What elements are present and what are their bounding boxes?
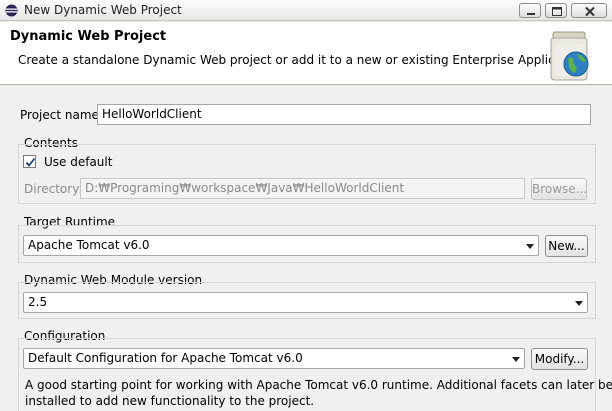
maximize-button[interactable]	[545, 3, 567, 18]
project-name-input[interactable]: HelloWorldClient	[97, 104, 591, 125]
eclipse-icon	[5, 4, 18, 17]
directory-input[interactable]: D:₩Programing₩workspace₩Java₩HelloWorldC…	[80, 178, 525, 199]
wizard-body: Project name: HelloWorldClient Contents …	[0, 86, 612, 411]
new-runtime-button[interactable]: New...	[545, 235, 588, 257]
browse-button[interactable]: Browse...	[531, 178, 587, 200]
minimize-button[interactable]	[519, 3, 541, 18]
modify-configuration-button[interactable]: Modify...	[531, 348, 588, 370]
use-default-label: Use default	[44, 155, 113, 169]
project-name-label: Project name:	[20, 108, 103, 122]
window-title: New Dynamic Web Project	[24, 3, 182, 17]
title-bar[interactable]: New Dynamic Web Project	[0, 0, 612, 21]
chevron-down-icon	[512, 357, 520, 362]
wizard-banner: Dynamic Web Project Create a standalone …	[0, 22, 612, 85]
web-project-jar-icon	[550, 31, 589, 81]
configuration-description-line2: installed to add new functionality to th…	[25, 394, 315, 408]
wizard-heading: Dynamic Web Project	[10, 29, 167, 44]
web-module-version-select[interactable]: 2.5	[23, 292, 588, 313]
chevron-down-icon	[575, 301, 583, 306]
target-runtime-selected: Apache Tomcat v6.0	[28, 238, 150, 252]
configuration-select[interactable]: Default Configuration for Apache Tomcat …	[23, 348, 525, 369]
minimize-icon	[527, 13, 535, 15]
configuration-description-line1: A good starting point for working with A…	[25, 378, 612, 392]
close-button[interactable]	[571, 3, 607, 18]
use-default-checkbox[interactable]	[23, 155, 36, 168]
target-runtime-select[interactable]: Apache Tomcat v6.0	[23, 235, 539, 256]
close-icon	[585, 6, 595, 17]
web-module-version-selected: 2.5	[28, 295, 48, 309]
configuration-selected: Default Configuration for Apache Tomcat …	[28, 351, 303, 365]
maximize-icon	[552, 7, 562, 16]
chevron-down-icon	[526, 244, 534, 249]
directory-label: Directory:	[24, 182, 83, 196]
checkmark-icon	[25, 157, 36, 167]
wizard-description: Create a standalone Dynamic Web project …	[18, 53, 589, 67]
